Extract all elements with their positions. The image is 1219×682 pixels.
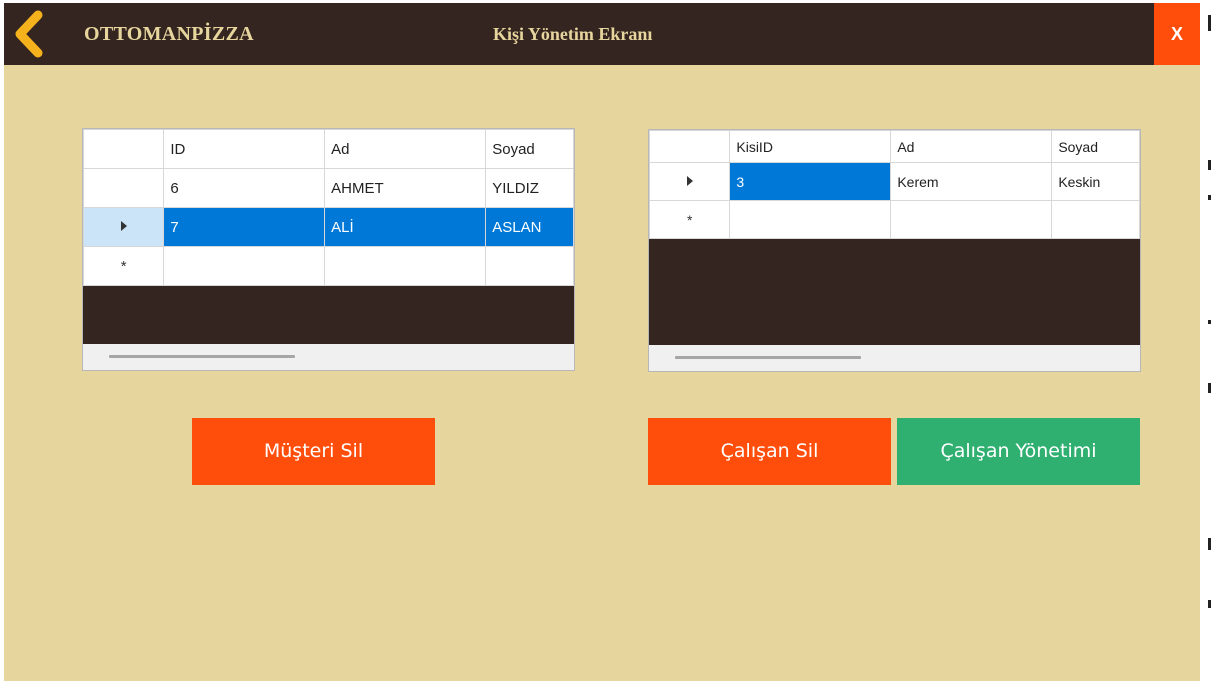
row-header[interactable] [648, 162, 731, 201]
row-header-corner [648, 130, 731, 163]
cell-empty[interactable] [324, 246, 487, 286]
cell-soyad[interactable]: Keskin [1051, 162, 1140, 201]
column-header-id[interactable]: ID [163, 129, 326, 169]
title-bar: OTTOMANPİZZA Kişi Yönetim Ekranı X [4, 3, 1200, 65]
new-row[interactable]: * [82, 246, 574, 286]
cell-kisiid-selected[interactable]: 3 [729, 162, 892, 201]
cell-empty[interactable] [1051, 200, 1140, 239]
row-header-corner [82, 129, 165, 169]
edge-fragment [1208, 383, 1211, 393]
cell-id[interactable]: 7 [163, 207, 326, 247]
table-row[interactable]: 3 Kerem Keskin [648, 162, 1140, 201]
edge-fragment [1208, 600, 1211, 608]
employees-table: KisiID Ad Soyad 3 Kerem Keskin * [648, 130, 1140, 239]
cell-empty[interactable] [485, 246, 574, 286]
cell-empty[interactable] [729, 200, 892, 239]
row-header[interactable] [82, 168, 165, 208]
customers-table: ID Ad Soyad 6 AHMET YILDIZ 7 ALİ ASLAN * [82, 129, 574, 286]
close-button[interactable]: X [1154, 3, 1200, 65]
new-row[interactable]: * [648, 200, 1140, 239]
scrollbar-thumb[interactable] [109, 355, 295, 358]
column-header-ad[interactable]: Ad [324, 129, 487, 169]
employees-grid[interactable]: KisiID Ad Soyad 3 Kerem Keskin * [648, 129, 1141, 372]
scrollbar-thumb[interactable] [675, 356, 861, 359]
header-row: KisiID Ad Soyad [648, 130, 1140, 163]
cell-ad[interactable]: ALİ [324, 207, 487, 247]
cell-ad[interactable]: Kerem [890, 162, 1053, 201]
cell-empty[interactable] [890, 200, 1053, 239]
current-row-arrow-icon [120, 220, 127, 231]
new-row-marker: * [82, 246, 165, 286]
edge-fragment [1208, 160, 1211, 170]
cell-id[interactable]: 6 [163, 168, 326, 208]
person-management-window: OTTOMANPİZZA Kişi Yönetim Ekranı X ID Ad… [4, 3, 1200, 681]
cell-soyad[interactable]: YILDIZ [485, 168, 574, 208]
delete-customer-button[interactable]: Müşteri Sil [192, 418, 435, 485]
chevron-left-icon [15, 10, 43, 58]
edge-fragment [1208, 15, 1211, 31]
column-header-kisiid[interactable]: KisiID [729, 130, 892, 163]
delete-employee-button[interactable]: Çalışan Sil [648, 418, 891, 485]
column-header-soyad[interactable]: Soyad [485, 129, 574, 169]
employee-management-button[interactable]: Çalışan Yönetimi [897, 418, 1140, 485]
new-row-marker: * [648, 200, 731, 239]
horizontal-scrollbar[interactable] [649, 345, 1140, 371]
cell-ad[interactable]: AHMET [324, 168, 487, 208]
table-row-selected[interactable]: 7 ALİ ASLAN [82, 207, 574, 247]
cell-soyad[interactable]: ASLAN [485, 207, 574, 247]
back-button[interactable] [10, 9, 48, 59]
edge-fragment [1208, 195, 1211, 200]
edge-fragment [1208, 538, 1211, 550]
cell-empty[interactable] [163, 246, 326, 286]
edge-fragment [1208, 320, 1211, 324]
app-title: OTTOMANPİZZA [84, 23, 254, 45]
column-header-ad[interactable]: Ad [890, 130, 1053, 163]
screen-title: Kişi Yönetim Ekranı [493, 24, 653, 44]
customers-grid[interactable]: ID Ad Soyad 6 AHMET YILDIZ 7 ALİ ASLAN * [82, 128, 575, 371]
horizontal-scrollbar[interactable] [83, 344, 574, 370]
column-header-soyad[interactable]: Soyad [1051, 130, 1140, 163]
table-row[interactable]: 6 AHMET YILDIZ [82, 168, 574, 208]
row-header[interactable] [82, 207, 165, 247]
current-row-arrow-icon [686, 175, 693, 186]
header-row: ID Ad Soyad [82, 129, 574, 169]
